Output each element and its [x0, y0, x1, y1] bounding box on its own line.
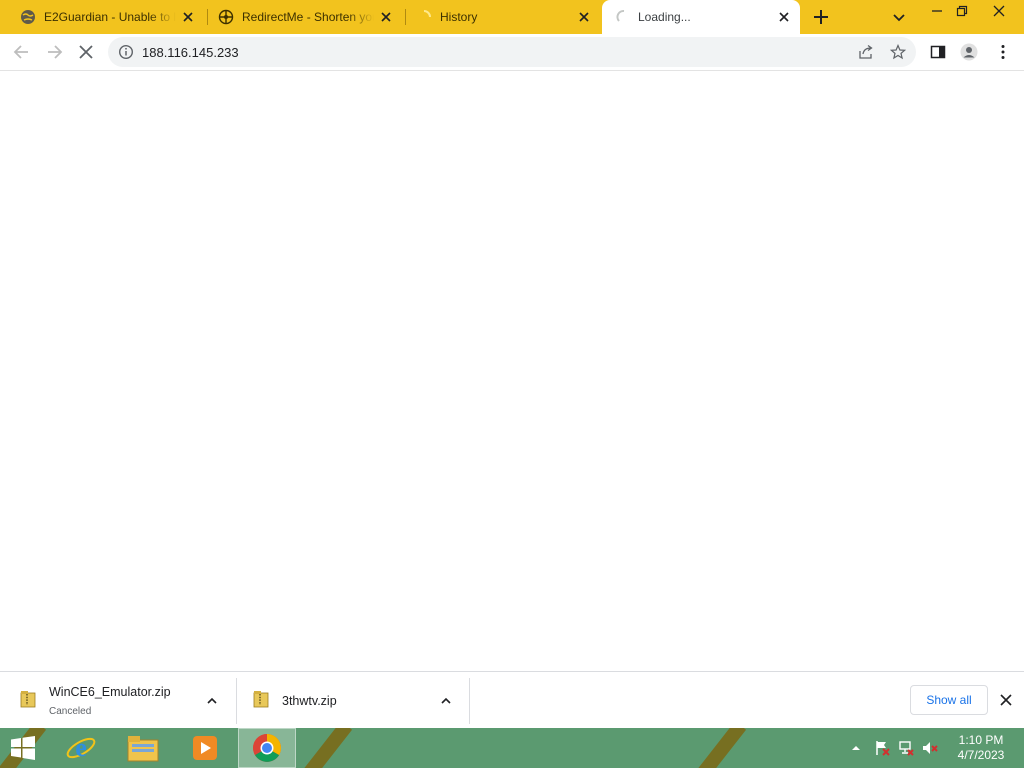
close-tab-icon[interactable]: [378, 9, 394, 25]
tab-title: E2Guardian - Unable to load: [44, 10, 176, 24]
close-icon: [993, 5, 1005, 17]
info-icon[interactable]: [118, 44, 134, 60]
chevron-up-icon[interactable]: [205, 694, 219, 708]
restore-icon: [956, 5, 968, 17]
side-panel-icon[interactable]: [929, 43, 947, 61]
chevron-down-icon[interactable]: [890, 8, 908, 26]
clock-time: 1:10 PM: [958, 733, 1004, 747]
action-center-flag-icon[interactable]: [874, 740, 890, 756]
taskbar-chrome[interactable]: [238, 728, 296, 768]
tab-title: Loading...: [638, 10, 691, 24]
redirectme-icon: [218, 9, 234, 25]
taskbar-file-explorer[interactable]: [114, 728, 172, 768]
address-bar[interactable]: 188.116.145.233: [108, 37, 916, 67]
show-hidden-icons-arrow-icon[interactable]: [850, 742, 862, 754]
folder-icon: [127, 736, 159, 762]
download-separator: [469, 678, 470, 724]
zip-file-icon: [253, 691, 269, 708]
taskbar-media-player[interactable]: [176, 728, 234, 768]
tab-strip: E2Guardian - Unable to load RedirectMe -…: [0, 0, 1024, 34]
minimize-button[interactable]: [925, 2, 949, 20]
back-arrow-icon[interactable]: [12, 42, 32, 62]
stop-icon[interactable]: [76, 42, 96, 62]
wallpaper-stripe: [297, 728, 353, 768]
close-tab-icon[interactable]: [576, 9, 592, 25]
start-button[interactable]: [0, 728, 46, 768]
download-file-name: 3thwtv.zip: [282, 694, 337, 708]
tab-redirectme[interactable]: RedirectMe - Shorten your links: [198, 0, 406, 34]
internet-explorer-icon: e: [66, 733, 96, 762]
profile-avatar-icon[interactable]: [960, 43, 978, 61]
download-item[interactable]: 3thwtv.zip: [237, 678, 470, 724]
show-all-button[interactable]: Show all: [910, 685, 988, 715]
loading-spinner-icon: [423, 10, 431, 18]
svg-text:e: e: [75, 733, 87, 762]
loading-spinner-icon: [616, 10, 625, 22]
close-shelf-icon[interactable]: [998, 692, 1014, 708]
star-bookmark-icon[interactable]: [890, 44, 906, 60]
close-tab-icon[interactable]: [180, 9, 196, 25]
page-content: [0, 72, 1024, 671]
download-item[interactable]: WinCE6_Emulator.zip Canceled: [0, 678, 237, 724]
media-player-icon: [193, 736, 217, 760]
taskbar-internet-explorer[interactable]: e: [52, 728, 110, 768]
download-status: Canceled: [49, 706, 92, 717]
tab-e2guardian[interactable]: E2Guardian - Unable to load: [0, 0, 208, 34]
close-tab-icon[interactable]: [776, 9, 792, 25]
volume-muted-icon[interactable]: [922, 740, 938, 756]
download-file-name: WinCE6_Emulator.zip: [49, 685, 171, 699]
more-menu-icon[interactable]: [994, 43, 1012, 61]
network-icon[interactable]: [898, 740, 914, 756]
zip-file-icon: [20, 691, 36, 708]
url-text[interactable]: 188.116.145.233: [142, 45, 239, 60]
chevron-up-icon[interactable]: [439, 694, 453, 708]
tab-title: History: [440, 10, 478, 24]
windows-logo-icon: [11, 736, 35, 760]
minimize-icon: [932, 10, 942, 12]
tab-title: RedirectMe - Shorten your links: [242, 10, 374, 24]
windows-taskbar: e 1:10 PM 4/7/2023: [0, 728, 1024, 768]
forward-arrow-icon[interactable]: [44, 42, 64, 62]
tab-loading[interactable]: Loading...: [602, 0, 800, 34]
new-tab-plus-icon[interactable]: [812, 8, 830, 26]
globe-icon: [21, 10, 35, 24]
wallpaper-stripe: [691, 728, 747, 768]
chrome-icon: [253, 734, 281, 762]
close-window-button[interactable]: [987, 2, 1011, 20]
download-shelf: WinCE6_Emulator.zip Canceled 3thwtv.zip …: [0, 671, 1024, 728]
share-icon[interactable]: [858, 44, 874, 60]
restore-button[interactable]: [950, 2, 974, 20]
taskbar-clock[interactable]: 1:10 PM 4/7/2023: [948, 733, 1014, 763]
tab-history[interactable]: History: [396, 0, 604, 34]
clock-date: 4/7/2023: [957, 748, 1005, 762]
browser-toolbar: 188.116.145.233: [0, 34, 1024, 71]
